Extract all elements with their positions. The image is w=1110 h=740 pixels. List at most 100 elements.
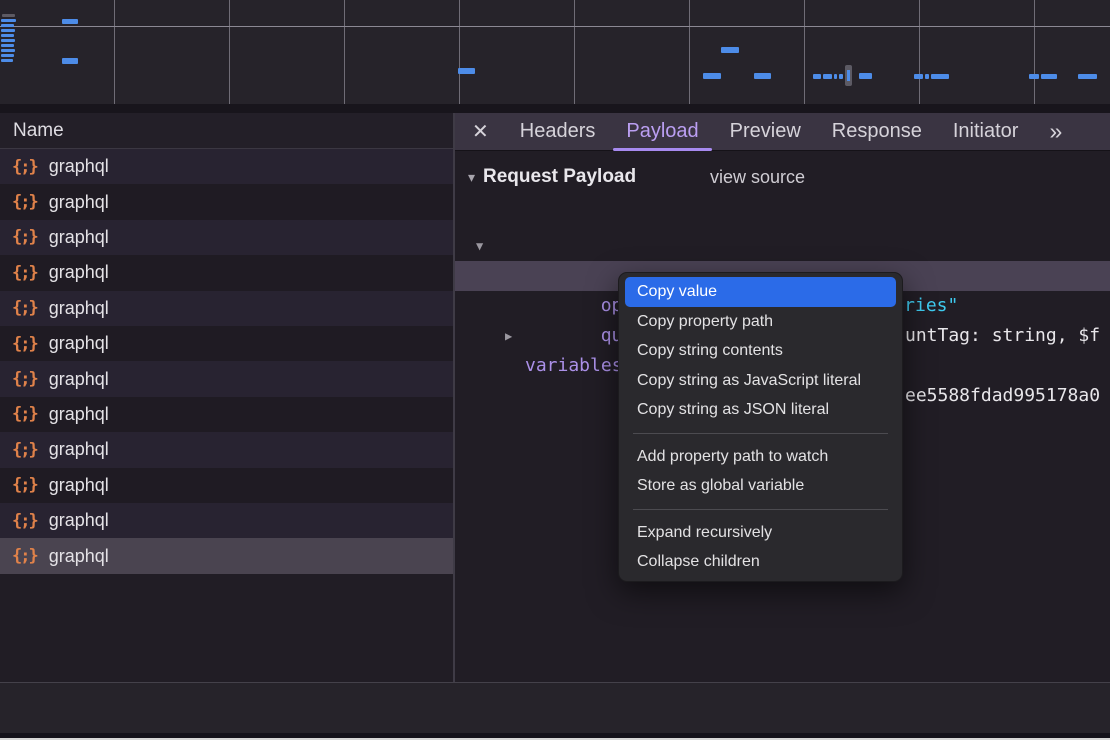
request-name: graphql — [37, 298, 109, 319]
menu-item-add-property-path-to-watch[interactable]: Add property path to watch — [625, 442, 896, 472]
chevron-right-icon: ▶ — [505, 321, 512, 351]
table-row[interactable]: {;} graphql — [0, 432, 454, 467]
request-name: graphql — [37, 475, 109, 496]
overview-separator — [0, 104, 1110, 113]
tab-headers[interactable]: Headers — [520, 113, 596, 151]
column-header-label: Name — [0, 120, 64, 142]
tab-preview[interactable]: Preview — [730, 113, 801, 151]
request-timing-bar — [931, 74, 949, 79]
request-timing-bar — [845, 65, 852, 86]
request-name: graphql — [37, 369, 109, 390]
request-timing-bar — [1, 54, 14, 57]
table-row[interactable]: {;} graphql — [0, 361, 454, 396]
table-row[interactable]: {;} graphql — [0, 468, 454, 503]
json-braces-icon: {;} — [0, 511, 37, 531]
request-timing-bar — [1, 29, 15, 32]
grid-line — [0, 26, 1110, 27]
tree-row-root[interactable]: ▼ {operationName: "ipFlowTimeseries", va… — [455, 201, 1110, 231]
request-timing-bar — [2, 14, 15, 17]
request-timing-bar — [823, 74, 832, 79]
table-row[interactable]: {;} graphql — [0, 397, 454, 432]
request-name: graphql — [37, 439, 109, 460]
menu-item-copy-value[interactable]: Copy value — [625, 277, 896, 307]
grid-line — [114, 0, 115, 104]
request-timing-bar — [839, 74, 843, 79]
request-name: graphql — [37, 192, 109, 213]
table-row[interactable]: {;} graphql — [0, 538, 454, 573]
menu-item-expand-recursively[interactable]: Expand recursively — [625, 518, 896, 548]
request-timing-bar — [1, 44, 14, 47]
property-key: variables — [525, 351, 623, 381]
property-value-end: ee5588fdad995178a0 — [905, 381, 1100, 411]
menu-item-copy-property-path[interactable]: Copy property path — [625, 307, 896, 337]
tab-payload[interactable]: Payload — [626, 113, 698, 151]
details-tab-bar: ✕ Headers Payload Preview Response Initi… — [455, 113, 1110, 151]
tab-label: Headers — [520, 120, 596, 143]
request-name: graphql — [37, 510, 109, 531]
requests-table: Name {;} graphql {;} graphql {;} graphql… — [0, 113, 454, 682]
property-value-end: untTag: string, $f — [905, 321, 1100, 351]
json-braces-icon: {;} — [0, 263, 37, 283]
request-timing-bar — [62, 58, 78, 64]
tab-label: Response — [832, 120, 922, 143]
status-footer — [0, 683, 1110, 733]
menu-item-store-as-global-variable[interactable]: Store as global variable — [625, 471, 896, 501]
selected-tab-underline — [613, 148, 711, 151]
table-row[interactable]: {;} graphql — [0, 291, 454, 326]
network-overview[interactable] — [0, 0, 1110, 104]
table-row[interactable]: {;} graphql — [0, 220, 454, 255]
request-timing-bar — [1029, 74, 1039, 79]
menu-separator — [633, 509, 888, 510]
grid-line — [804, 0, 805, 104]
request-timing-bar — [1, 24, 14, 27]
grid-line — [574, 0, 575, 104]
request-timing-bar — [721, 47, 739, 53]
tab-label: Payload — [626, 120, 698, 143]
json-braces-icon: {;} — [0, 369, 37, 389]
more-tabs-icon[interactable]: » — [1049, 118, 1060, 145]
close-icon[interactable]: ✕ — [472, 119, 489, 144]
view-source-link[interactable]: view source — [710, 162, 805, 192]
json-braces-icon: {;} — [0, 546, 37, 566]
json-braces-icon: {;} — [0, 192, 37, 212]
json-braces-icon: {;} — [0, 440, 37, 460]
json-braces-icon: {;} — [0, 227, 37, 247]
grid-line — [344, 0, 345, 104]
menu-item-copy-string-as-javascript-literal[interactable]: Copy string as JavaScript literal — [625, 366, 896, 396]
json-braces-icon: {;} — [0, 157, 37, 177]
table-row[interactable]: {;} graphql — [0, 255, 454, 290]
column-header-name[interactable]: Name — [0, 113, 454, 149]
menu-item-copy-string-contents[interactable]: Copy string contents — [625, 336, 896, 366]
request-timing-bar — [859, 73, 872, 79]
table-row[interactable]: {;} graphql — [0, 184, 454, 219]
request-timing-bar — [458, 68, 475, 74]
request-timing-bar — [1, 19, 16, 22]
request-timing-bar — [1078, 74, 1097, 79]
request-name: graphql — [37, 227, 109, 248]
grid-line — [1034, 0, 1035, 104]
json-braces-icon: {;} — [0, 475, 37, 495]
tab-response[interactable]: Response — [832, 113, 922, 151]
tab-initiator[interactable]: Initiator — [953, 113, 1019, 151]
tree-row-operation-name[interactable]: operationName: "ipFlowTimeseries" — [455, 231, 1110, 261]
request-timing-bar — [914, 74, 923, 79]
pane-splitter[interactable] — [453, 113, 455, 733]
table-row[interactable]: {;} graphql — [0, 326, 454, 361]
tab-label: Initiator — [953, 120, 1019, 143]
request-payload-section-header[interactable]: ▾ Request Payload view source — [455, 162, 1110, 192]
grid-line — [689, 0, 690, 104]
request-name: graphql — [37, 262, 109, 283]
request-timing-bar — [1, 34, 14, 37]
json-braces-icon: {;} — [0, 334, 37, 354]
table-row[interactable]: {;} graphql — [0, 149, 454, 184]
menu-item-copy-string-as-json-literal[interactable]: Copy string as JSON literal — [625, 395, 896, 425]
request-timing-bar — [1, 59, 13, 62]
table-row[interactable]: {;} graphql — [0, 503, 454, 538]
section-title: Request Payload — [483, 162, 636, 192]
request-timing-bar — [813, 74, 821, 79]
menu-item-collapse-children[interactable]: Collapse children — [625, 547, 896, 577]
request-timing-bar — [703, 73, 721, 79]
request-timing-bar — [1, 39, 15, 42]
request-name: graphql — [37, 333, 109, 354]
request-timing-bar — [1041, 74, 1057, 79]
